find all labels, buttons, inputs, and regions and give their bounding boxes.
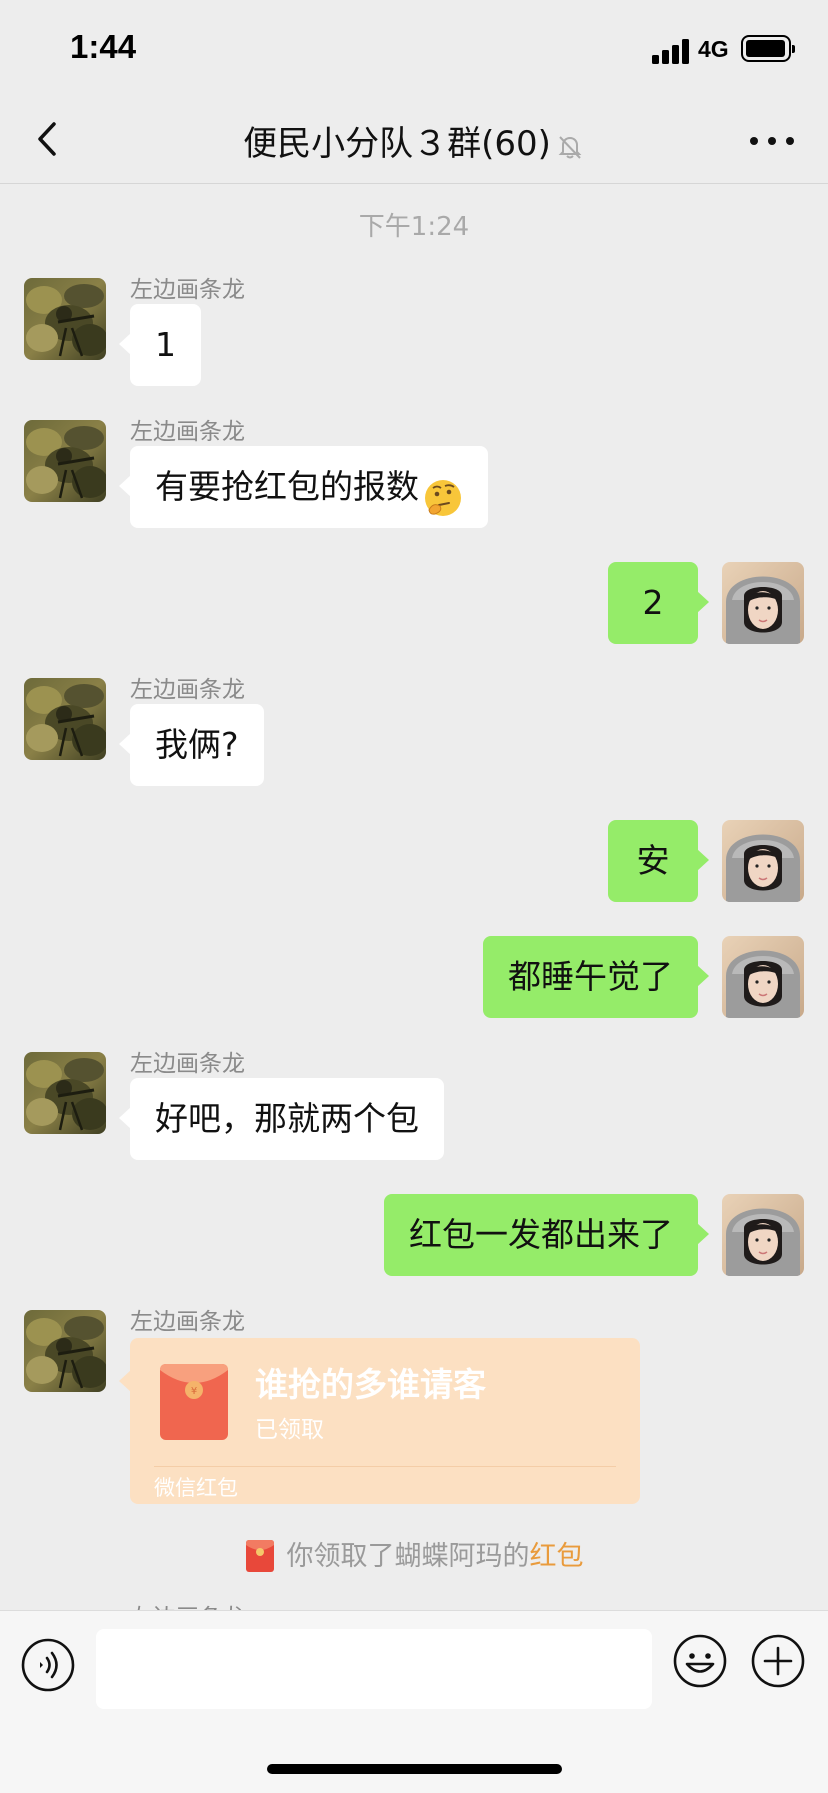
avatar[interactable] [722,1194,804,1276]
message-bubble[interactable]: 都睡午觉了 [483,936,709,1018]
status-bar: 1:44 4G [0,0,828,96]
red-packet-brand: 微信红包 [154,1476,238,1500]
avatar[interactable] [24,1052,106,1134]
chat-timestamp: 下午1:24 [358,212,470,242]
sender-name: 左边画条龙 [130,677,245,703]
avatar[interactable] [24,678,106,760]
chat-title-wrap: 便民小分队３群(60) [0,116,828,165]
avatar[interactable] [722,936,804,1018]
message-bubble[interactable]: 2 [608,562,709,644]
thinking-face-icon [423,466,463,516]
sender-name: 左边画条龙 [130,419,245,445]
sender-name: 左边画条龙 [130,1051,245,1077]
avatar[interactable] [722,562,804,644]
svg-text:¥: ¥ [191,1386,197,1397]
sender-name: 左边画条龙 [130,277,245,303]
red-envelope-icon [245,1539,275,1573]
system-notice: 你领取了蝴蝶阿玛的红包 [0,1534,828,1573]
red-packet-title: 谁抢的多谁请客 [255,1365,486,1404]
message-bubble[interactable]: 1 [119,304,201,386]
red-packet-card[interactable]: ¥ 谁抢的多谁请客 已领取 微信红包 [119,1338,640,1504]
sender-name: 左边画条龙 [130,1309,245,1335]
status-time: 1:44 [70,28,137,65]
avatar[interactable] [24,420,106,502]
avatar[interactable] [24,1310,106,1392]
emoji-icon[interactable] [672,1633,728,1689]
battery-icon [741,35,795,62]
message-bubble[interactable]: 我俩? [119,704,264,786]
avatar[interactable] [722,820,804,902]
red-packet-link[interactable]: 红包 [530,1541,584,1572]
more-dots-icon[interactable] [742,126,802,156]
signal-icon [652,38,692,64]
avatar[interactable] [24,278,106,360]
network-label: 4G [698,36,729,62]
notice-text: 你领取了蝴蝶阿玛的 [286,1541,530,1572]
voice-icon[interactable] [20,1637,76,1693]
message-bubble[interactable]: 红包一发都出来了 [384,1194,709,1276]
bell-muted-icon [555,131,585,161]
message-input[interactable] [96,1629,652,1709]
chat-header: 便民小分队３群(60) [0,96,828,184]
message-text: 有要抢红包的报数 [155,467,419,506]
home-indicator[interactable] [267,1764,562,1774]
message-bubble[interactable]: 好吧，那就两个包 [119,1078,444,1160]
chat-title: 便民小分队３群(60) [243,124,551,164]
red-packet-status: 已领取 [255,1417,324,1443]
red-envelope-icon: ¥ [158,1362,230,1442]
plus-icon[interactable] [750,1633,806,1689]
message-bubble[interactable]: 有要抢红包的报数 [119,446,488,528]
divider [154,1466,616,1467]
message-bubble[interactable]: 安 [608,820,709,902]
